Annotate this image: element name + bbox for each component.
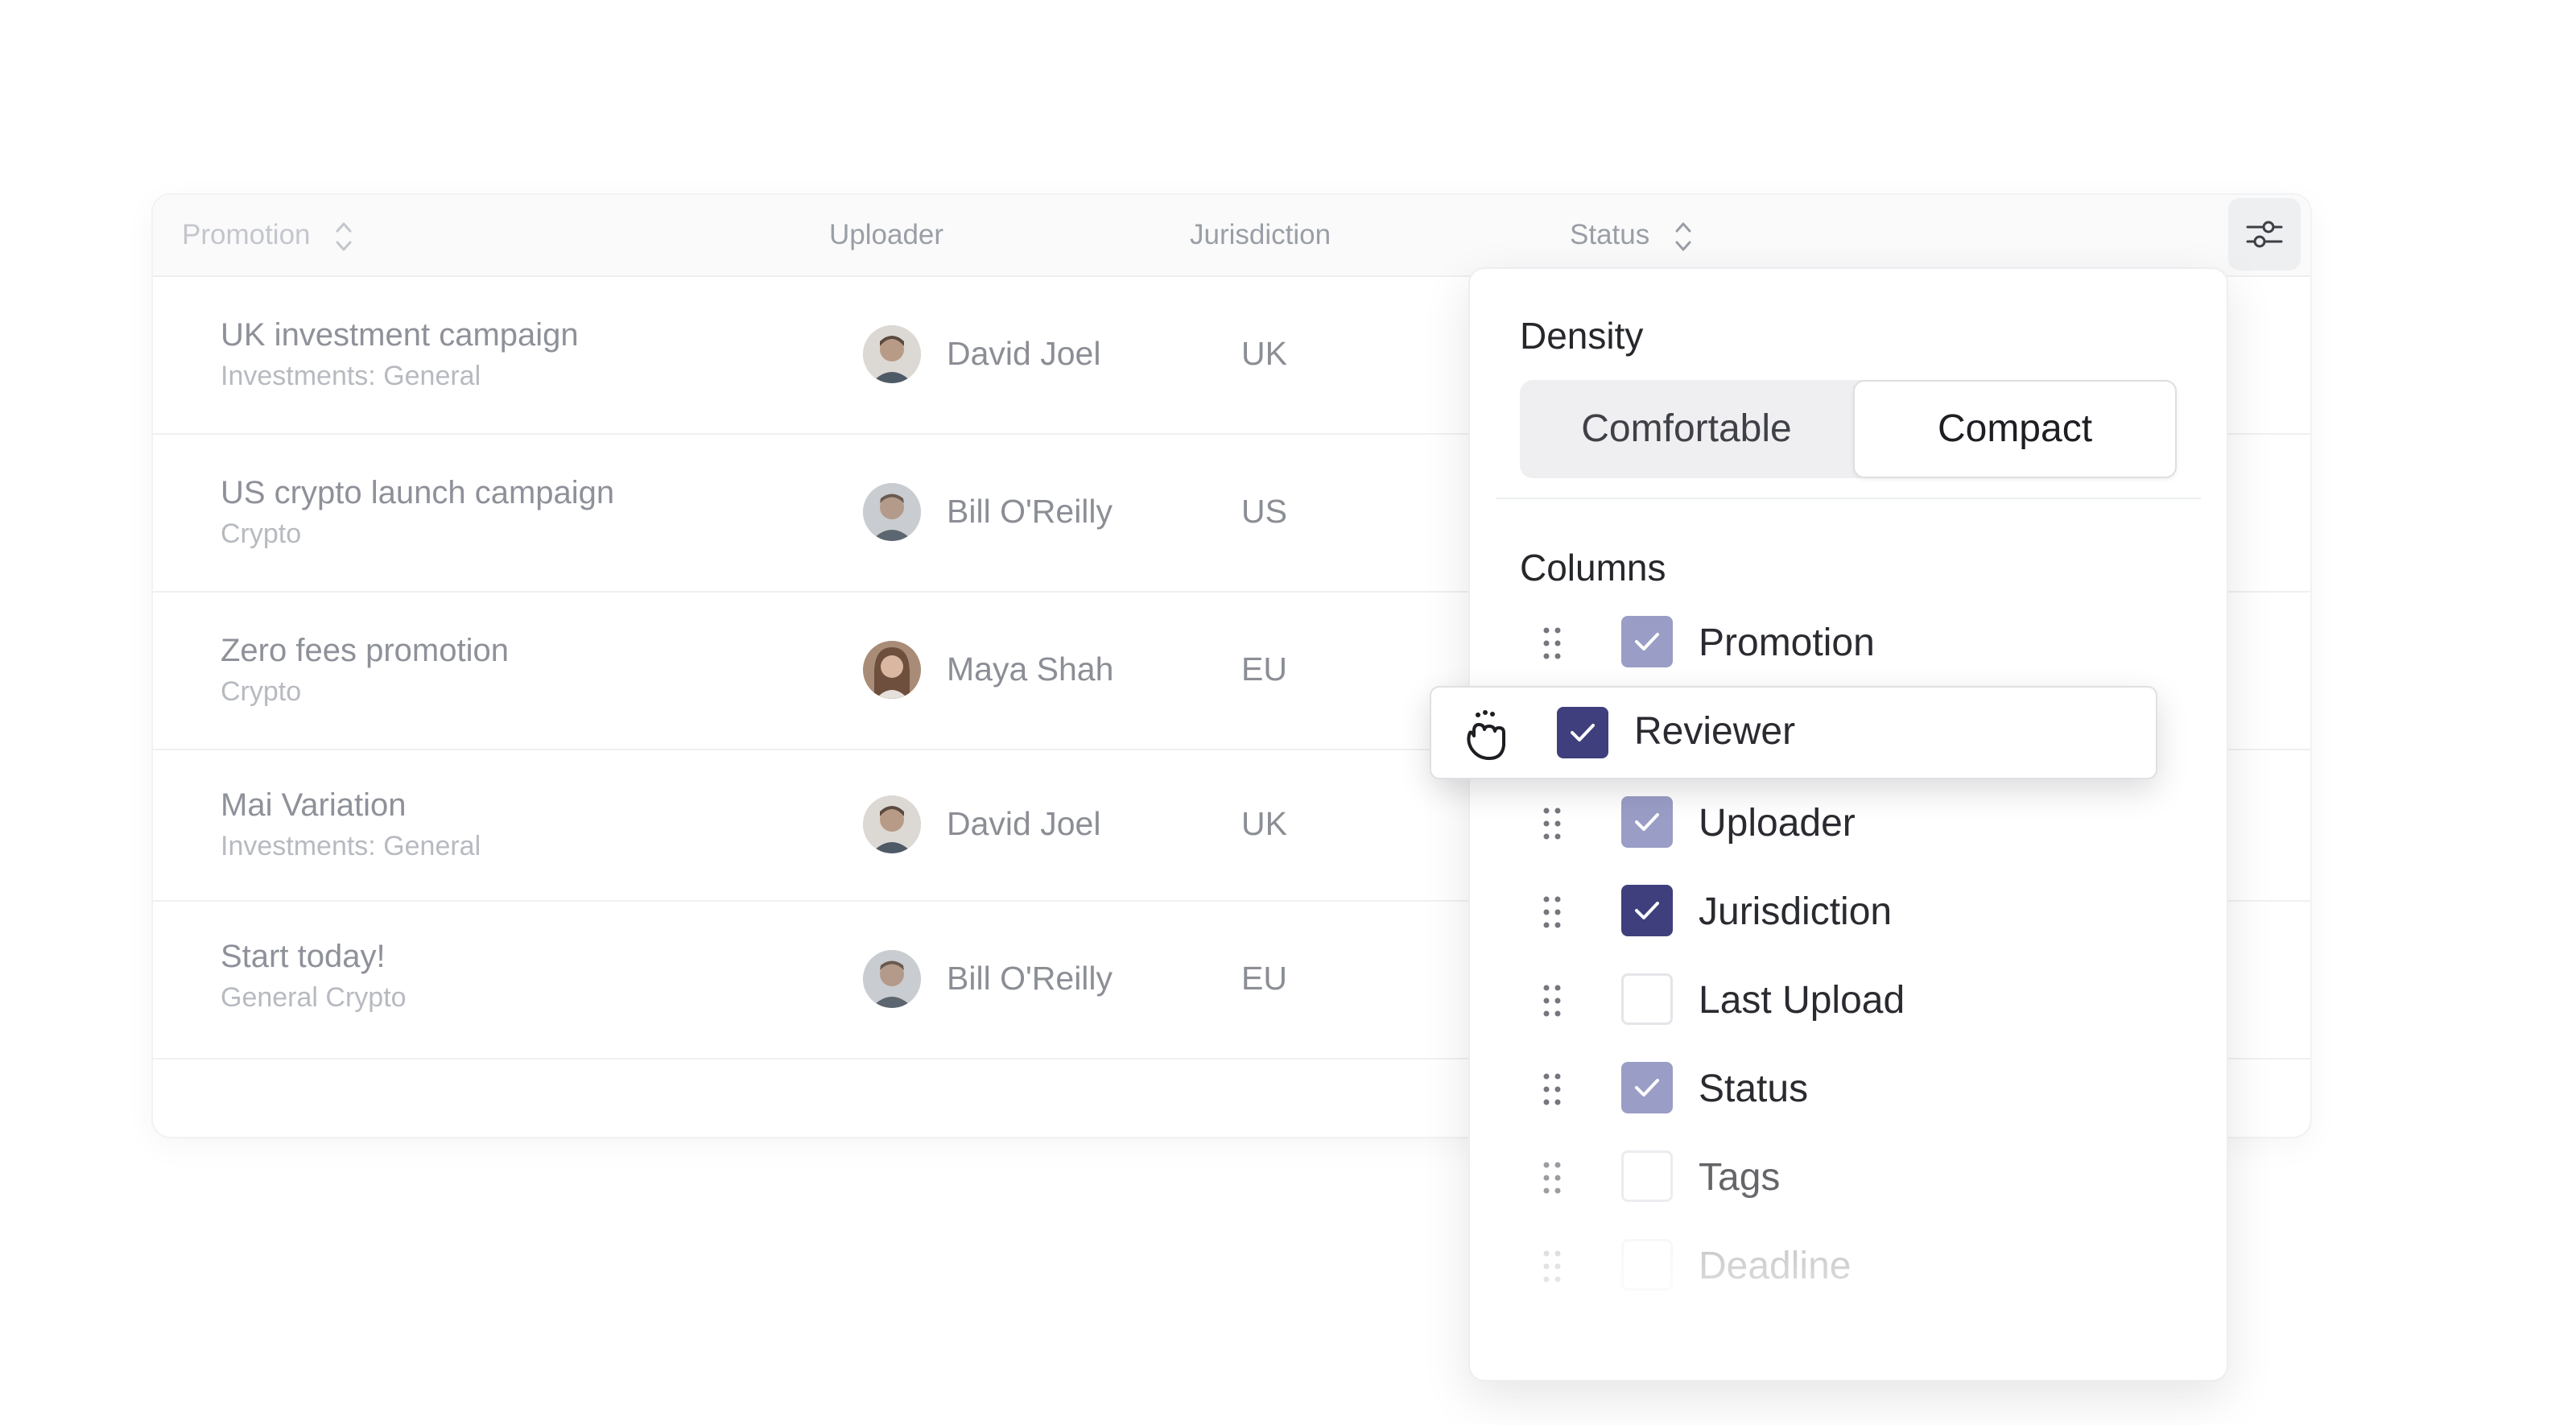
jurisdiction-value: EU (1241, 960, 1287, 997)
check-icon (1635, 902, 1659, 919)
promotion-category: Crypto (221, 676, 302, 707)
column-option-jurisdiction[interactable]: Jurisdiction (1520, 884, 2180, 940)
column-checkbox[interactable] (1621, 1062, 1673, 1113)
column-label: Tags (1699, 1156, 1781, 1199)
density-option-compact[interactable]: Compact (1853, 380, 2177, 478)
sliders-icon (2246, 221, 2283, 248)
promotion-title: US crypto launch campaign (221, 475, 615, 510)
check-icon (1635, 813, 1659, 831)
header-jurisdiction[interactable]: Jurisdiction (1190, 214, 1331, 256)
uploader-name: David Joel (947, 335, 1101, 372)
promotion-title: UK investment campaign (221, 317, 579, 353)
uploader-name: Bill O'Reilly (947, 960, 1113, 997)
column-checkbox[interactable] (1557, 707, 1608, 758)
density-option-comfortable[interactable]: Comfortable (1520, 380, 1853, 478)
check-icon (1571, 724, 1595, 741)
column-checkbox[interactable] (1621, 616, 1673, 667)
column-label: Reviewer (1634, 710, 1796, 753)
drag-handle-icon[interactable] (1541, 1248, 1563, 1285)
sort-icon[interactable] (1672, 218, 1695, 255)
column-checkbox[interactable] (1621, 885, 1673, 936)
column-label: Status (1699, 1068, 1809, 1110)
promotion-title: Zero fees promotion (221, 633, 509, 668)
promotion-title: Start today! (221, 939, 386, 974)
avatar (863, 483, 921, 541)
column-label: Last Upload (1699, 979, 1905, 1022)
column-option-last-upload[interactable]: Last Upload (1520, 973, 2180, 1029)
column-checkbox[interactable] (1621, 1150, 1673, 1202)
drag-handle-icon[interactable] (1541, 1159, 1563, 1196)
column-checkbox[interactable] (1621, 973, 1673, 1025)
header-status-label: Status (1570, 219, 1650, 250)
promotion-category: Crypto (221, 518, 302, 549)
header-promotion[interactable]: Promotion (182, 214, 355, 256)
column-option-promotion[interactable]: Promotion (1520, 615, 2180, 671)
jurisdiction-value: UK (1241, 335, 1287, 372)
drag-handle-icon[interactable] (1541, 625, 1563, 662)
uploader-name: David Joel (947, 805, 1101, 842)
header-uploader[interactable]: Uploader (829, 214, 943, 256)
divider (1496, 498, 2201, 499)
column-label: Deadline (1699, 1245, 1852, 1287)
column-option-tags[interactable]: Tags (1520, 1150, 2180, 1206)
promotion-category: Investments: General (221, 361, 481, 391)
column-label: Promotion (1699, 622, 1875, 664)
drag-handle-icon[interactable] (1541, 1071, 1563, 1108)
promotion-title: Mai Variation (221, 787, 407, 823)
density-label: Density (1520, 315, 1644, 357)
drag-handle-icon[interactable] (1541, 982, 1563, 1019)
drag-handle-icon[interactable] (1541, 805, 1563, 842)
sort-icon[interactable] (332, 218, 355, 255)
table-header: Promotion Uploader Jurisdiction Status (153, 195, 2310, 277)
column-option-status[interactable]: Status (1520, 1061, 2180, 1117)
avatar (863, 641, 921, 699)
promotion-category: Investments: General (221, 831, 481, 861)
uploader-name: Bill O'Reilly (947, 493, 1113, 530)
table-settings-button[interactable] (2228, 198, 2301, 271)
jurisdiction-value: UK (1241, 805, 1287, 842)
header-status[interactable]: Status (1570, 214, 1695, 256)
table-settings-panel: Density Comfortable Compact Columns Prom… (1468, 267, 2228, 1382)
check-icon (1635, 633, 1659, 651)
avatar (863, 795, 921, 853)
header-promotion-label: Promotion (182, 219, 311, 250)
column-checkbox[interactable] (1621, 796, 1673, 848)
uploader-name: Maya Shah (947, 651, 1114, 688)
column-option-deadline[interactable]: Deadline (1520, 1238, 2180, 1295)
check-icon (1635, 1079, 1659, 1097)
promotion-category: General Crypto (221, 982, 407, 1013)
jurisdiction-value: EU (1241, 651, 1287, 688)
avatar (863, 325, 921, 383)
columns-label: Columns (1520, 547, 1666, 589)
column-option-uploader[interactable]: Uploader (1520, 795, 2180, 852)
density-toggle: Comfortable Compact (1520, 380, 2177, 478)
column-label: Jurisdiction (1699, 890, 1893, 933)
grab-hand-icon (1467, 710, 1505, 760)
avatar (863, 950, 921, 1008)
jurisdiction-value: US (1241, 493, 1287, 530)
drag-handle-icon[interactable] (1541, 894, 1563, 931)
column-label: Uploader (1699, 802, 1856, 845)
column-checkbox[interactable] (1621, 1239, 1673, 1291)
dragging-column-option-reviewer[interactable]: Reviewer (1430, 686, 2157, 779)
